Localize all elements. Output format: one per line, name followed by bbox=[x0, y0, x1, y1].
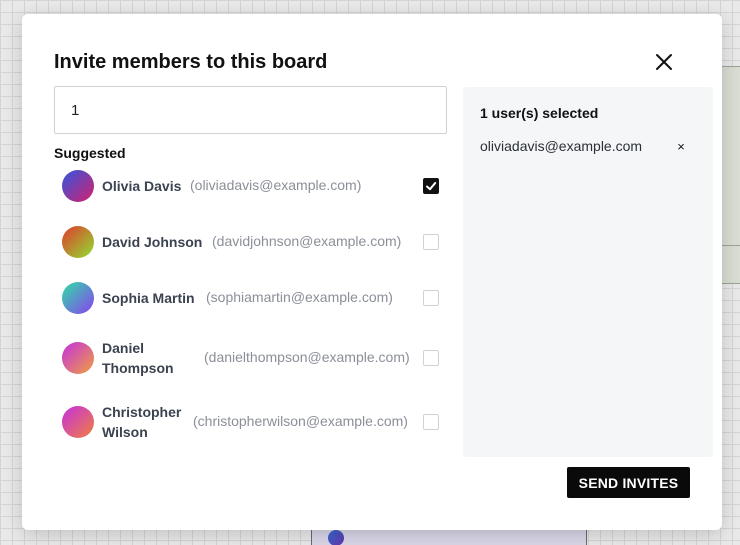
modal-title: Invite members to this board bbox=[54, 51, 328, 73]
user-name: Sophia Martin bbox=[102, 288, 195, 308]
user-name-line: Christopher bbox=[102, 404, 182, 420]
user-name-line: Sophia Martin bbox=[102, 290, 195, 306]
close-icon bbox=[656, 54, 672, 70]
user-name-line: Olivia Davis bbox=[102, 178, 182, 194]
user-name-line: Thompson bbox=[102, 360, 174, 376]
check-icon bbox=[426, 182, 437, 191]
user-name-line: Wilson bbox=[102, 424, 148, 440]
suggested-label: Suggested bbox=[54, 145, 126, 161]
user-checkbox[interactable] bbox=[423, 234, 439, 250]
user-email: (sophiamartin@example.com) bbox=[206, 289, 393, 305]
user-email: (oliviadavis@example.com) bbox=[190, 177, 362, 193]
user-name: Daniel Thompson bbox=[102, 338, 174, 378]
avatar bbox=[62, 170, 94, 202]
user-checkbox-checked[interactable] bbox=[423, 178, 439, 194]
invite-modal: Invite members to this board Suggested O… bbox=[22, 14, 722, 530]
user-row[interactable]: Daniel Thompson (danielthompson@example.co… bbox=[54, 330, 447, 386]
search-input[interactable] bbox=[54, 86, 447, 134]
user-row[interactable]: Sophia Martin (sophiamartin@example.com) bbox=[54, 274, 447, 322]
remove-selected-button[interactable]: × bbox=[674, 138, 688, 154]
avatar bbox=[62, 342, 94, 374]
user-name: Olivia Davis bbox=[102, 176, 181, 196]
user-email: (danielthompson@example.com) bbox=[204, 349, 410, 365]
user-name: David Johnson bbox=[102, 232, 202, 252]
send-invites-button[interactable]: SEND INVITES bbox=[567, 467, 690, 498]
user-name-line: David Johnson bbox=[102, 234, 203, 250]
avatar bbox=[62, 226, 94, 258]
selected-email: oliviadavis@example.com bbox=[480, 138, 643, 154]
user-row[interactable]: David Johnson (davidjohnson@example.com) bbox=[54, 218, 447, 266]
user-checkbox[interactable] bbox=[423, 414, 439, 430]
user-name: Christopher Wilson bbox=[102, 402, 181, 442]
close-button[interactable] bbox=[652, 50, 676, 74]
user-row[interactable]: Christopher Wilson (christopherwilson@exam… bbox=[54, 394, 447, 450]
avatar bbox=[62, 282, 94, 314]
user-checkbox[interactable] bbox=[423, 290, 439, 306]
background-card bbox=[311, 528, 587, 545]
remove-icon: × bbox=[677, 138, 685, 154]
user-checkbox[interactable] bbox=[423, 350, 439, 366]
avatar bbox=[62, 406, 94, 438]
user-row[interactable]: Olivia Davis (oliviadavis@example.com) bbox=[54, 162, 447, 210]
background-avatar bbox=[328, 530, 344, 545]
selected-panel: 1 user(s) selected oliviadavis@example.c… bbox=[463, 87, 713, 457]
selected-count: 1 user(s) selected bbox=[480, 105, 599, 121]
user-name-line: Daniel bbox=[102, 340, 145, 356]
user-email: (davidjohnson@example.com) bbox=[212, 233, 402, 249]
user-email: (christopherwilson@example.com) bbox=[193, 413, 408, 429]
